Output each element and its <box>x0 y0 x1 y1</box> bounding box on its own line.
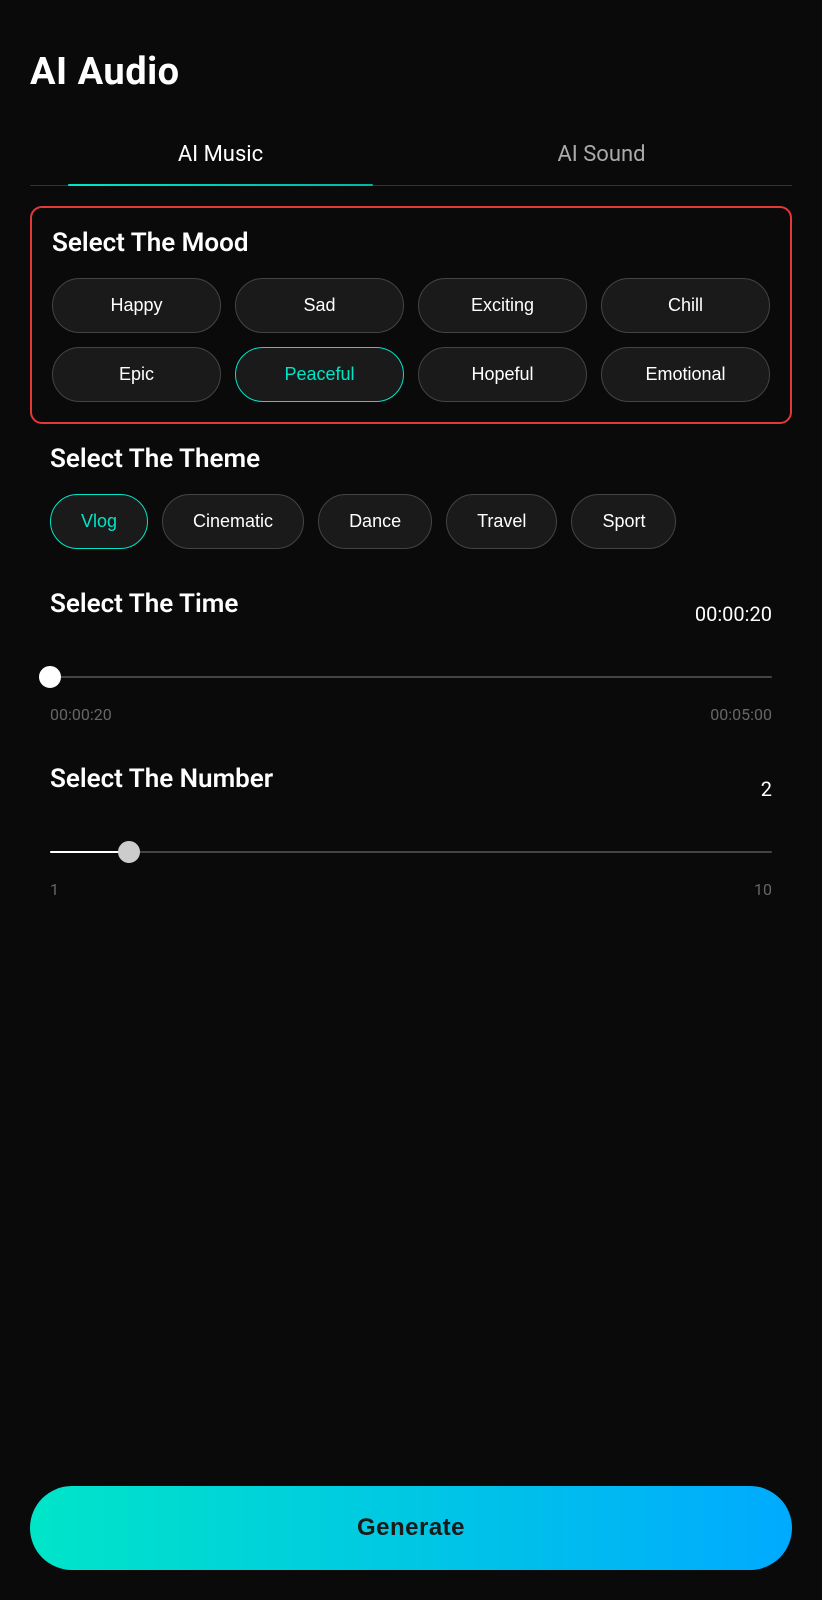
number-section: Select The Number 2 1 10 <box>30 754 792 909</box>
mood-section: Select The Mood Happy Sad Exciting Chill… <box>30 206 792 424</box>
time-max-label: 00:05:00 <box>710 705 772 724</box>
mood-section-title: Select The Mood <box>52 228 770 258</box>
mood-btn-sad[interactable]: Sad <box>235 278 404 333</box>
mood-btn-hopeful[interactable]: Hopeful <box>418 347 587 402</box>
generate-button[interactable]: Generate <box>30 1486 792 1570</box>
number-slider-container[interactable] <box>50 832 772 872</box>
mood-btn-peaceful[interactable]: Peaceful <box>235 347 404 402</box>
number-min-label: 1 <box>50 880 59 899</box>
tabs-container: AI Music AI Sound <box>30 124 792 186</box>
mood-btn-happy[interactable]: Happy <box>52 278 221 333</box>
theme-btn-travel[interactable]: Travel <box>446 494 557 549</box>
time-min-label: 00:00:20 <box>50 705 112 724</box>
time-slider-container[interactable] <box>50 657 772 697</box>
number-slider-labels: 1 10 <box>50 880 772 899</box>
time-slider-labels: 00:00:20 00:05:00 <box>50 705 772 724</box>
mood-btn-exciting[interactable]: Exciting <box>418 278 587 333</box>
mood-grid: Happy Sad Exciting Chill Epic Peaceful H… <box>52 278 770 402</box>
tab-ai-sound[interactable]: AI Sound <box>411 124 792 185</box>
time-section-title: Select The Time <box>50 589 238 619</box>
theme-grid: Vlog Cinematic Dance Travel Sport <box>50 494 772 549</box>
number-slider-track <box>50 851 772 853</box>
number-slider-thumb[interactable] <box>118 841 140 863</box>
number-current-value: 2 <box>761 777 772 801</box>
number-section-title: Select The Number <box>50 764 273 794</box>
generate-btn-container: Generate <box>0 1466 822 1600</box>
tab-ai-music[interactable]: AI Music <box>30 124 411 185</box>
theme-section: Select The Theme Vlog Cinematic Dance Tr… <box>30 434 792 559</box>
page-title: AI Audio <box>30 50 792 94</box>
theme-section-title: Select The Theme <box>50 444 772 474</box>
theme-btn-sport[interactable]: Sport <box>571 494 676 549</box>
number-max-label: 10 <box>754 880 772 899</box>
theme-btn-cinematic[interactable]: Cinematic <box>162 494 304 549</box>
time-slider-thumb[interactable] <box>39 666 61 688</box>
mood-btn-chill[interactable]: Chill <box>601 278 770 333</box>
mood-btn-epic[interactable]: Epic <box>52 347 221 402</box>
theme-btn-dance[interactable]: Dance <box>318 494 432 549</box>
mood-btn-emotional[interactable]: Emotional <box>601 347 770 402</box>
time-slider-track <box>50 676 772 678</box>
time-section: Select The Time 00:00:20 00:00:20 00:05:… <box>30 579 792 734</box>
time-current-value: 00:00:20 <box>695 602 772 626</box>
theme-btn-vlog[interactable]: Vlog <box>50 494 148 549</box>
